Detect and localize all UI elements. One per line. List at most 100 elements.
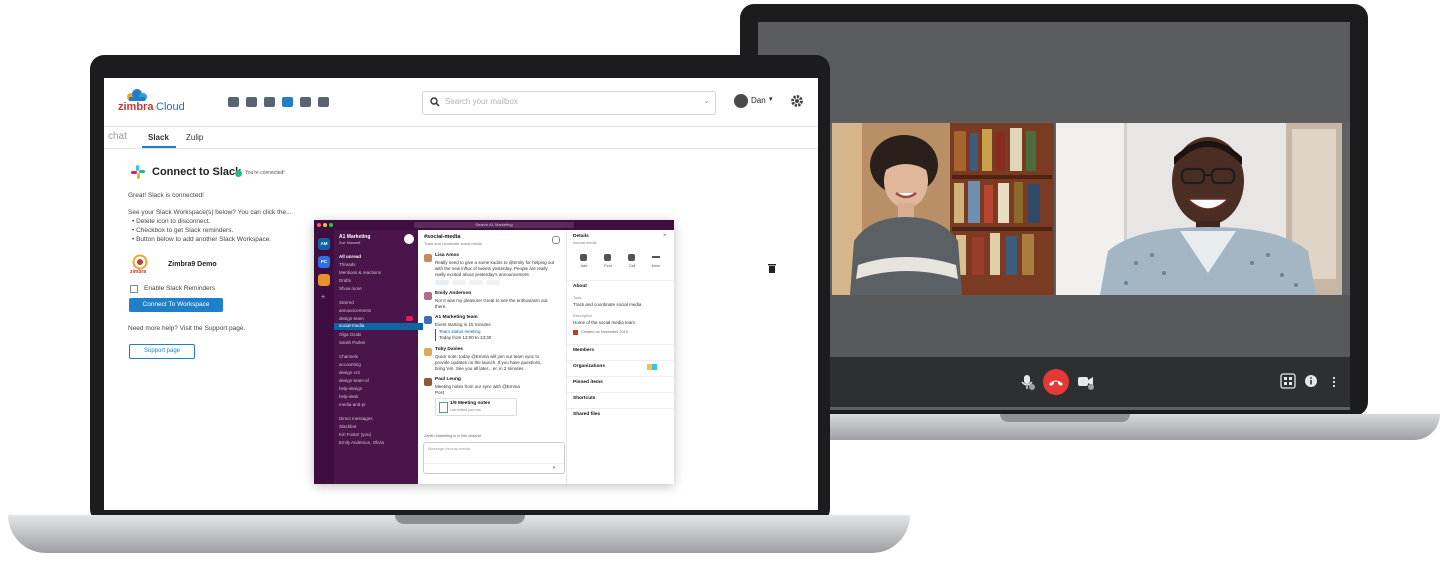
reaction[interactable] [469,280,483,285]
tab-zulip[interactable]: Zulip [186,133,203,142]
starred-item[interactable]: Sarah Parker [339,340,366,345]
message-author[interactable]: Lisa Amos [435,253,459,258]
calendar-icon [573,330,578,335]
chat-tabs: chat Slack Zulip [104,126,818,149]
section-pinned[interactable]: Pinned items [573,380,603,385]
workspace-switch[interactable]: PC [318,256,330,268]
connect-workspace-button[interactable]: Connect To Workspace [129,298,223,312]
details-sub: #social-media [573,241,597,245]
sidebar-item[interactable]: All unread [339,254,361,259]
channel-meta: Track and coordinate social media [424,242,482,246]
sidebar-item[interactable]: Show more [339,286,362,291]
channel-item[interactable]: accounting [339,362,361,367]
channel-name[interactable]: #social-media [424,234,460,240]
channel-item[interactable]: design-crit [339,370,360,375]
action-find[interactable]: Find [599,254,617,272]
support-page-button[interactable]: Support page [129,344,195,359]
search-dropdown-chevron-icon[interactable]: ⌄ [703,96,710,105]
section-organizations[interactable]: Organizations [573,364,605,369]
participant-video-1[interactable] [832,123,1054,295]
support-page-label: Support page [143,348,181,354]
user-menu[interactable]: Dan ▾ [734,92,778,112]
chat-app-icon[interactable] [282,97,293,107]
connect-workspace-label: Connect To Workspace [142,301,210,308]
tab-slack[interactable]: Slack [142,126,176,148]
channel-item[interactable]: design-team-sf [339,378,369,383]
dm-item[interactable]: Kiri Foster (you) [339,432,371,437]
trash-icon[interactable] [768,260,776,278]
starred-item-selected[interactable]: social-media [334,323,423,330]
send-icon[interactable]: ➤ [552,465,556,471]
section-header-starred[interactable]: Starred [339,300,354,305]
participant-video-2[interactable] [1056,123,1342,295]
action-call[interactable]: Call [623,254,641,272]
reaction[interactable] [486,280,500,285]
close-icon[interactable]: × [663,233,667,239]
channel-item[interactable]: help-desk [339,394,359,399]
sidebar-item[interactable]: Mentions & reactions [339,270,381,275]
calendar-app-icon[interactable] [246,97,257,107]
tab-chat[interactable]: chat [108,131,127,142]
zimbra-logo[interactable]: zimbra Cloud [118,89,188,115]
description-label: Description [573,314,592,318]
section-members[interactable]: Members [573,348,594,353]
slack-search-bar[interactable]: Search A1 Marketing [414,222,574,228]
compose-icon[interactable] [404,234,414,244]
gear-icon[interactable] [790,94,804,113]
search-input[interactable]: Search your mailbox ⌄ [422,91,716,115]
dm-item[interactable]: Slackbot [339,424,356,429]
dm-item[interactable]: Emily Anderson, Olivia [339,440,384,445]
message-composer[interactable]: Message #social-media ➤ [423,442,565,474]
about-divider [567,280,674,281]
video-app-icon[interactable] [264,97,275,107]
maximize-dot[interactable] [329,223,333,227]
workspace-switch[interactable] [318,274,330,286]
event-title[interactable]: Team status meeting [439,329,481,334]
reaction[interactable] [452,280,466,285]
composer-toolbar [424,463,564,464]
help-text: Need more help? Visit the Support page. [128,325,246,332]
starred-item[interactable]: announcements [339,308,371,313]
starred-item[interactable]: Olga Ozaki [339,332,361,337]
camera-icon[interactable] [1076,373,1096,396]
cloud-app-icon[interactable] [300,97,311,107]
channel-item[interactable]: help-design [339,386,362,391]
workspace-switch[interactable]: AM [318,238,330,250]
channel-info-icon[interactable] [552,236,560,244]
message-author[interactable]: Paul Leung [435,377,461,382]
attachment-sub: Last edited just now [450,408,481,412]
workspace-initials: PC [320,259,328,264]
end-call-icon[interactable] [1043,369,1069,395]
mail-app-icon[interactable] [228,97,239,107]
info-icon[interactable] [1304,374,1318,393]
section-shared-files[interactable]: Shared files [573,412,600,417]
reactions-row[interactable] [435,280,515,285]
starred-item[interactable]: design-team [339,316,364,321]
mic-icon[interactable] [1018,373,1036,396]
avatar [734,94,748,108]
grid-icon[interactable] [1280,373,1296,394]
action-more[interactable]: More [647,254,665,272]
message-line: Post [435,390,445,395]
channel-item[interactable]: media-and-pr [339,402,366,407]
section-header-dms[interactable]: Direct messages [339,416,373,421]
message-author[interactable]: Emily Anderson [435,291,471,296]
close-dot[interactable] [317,223,321,227]
minimize-dot[interactable] [323,223,327,227]
about-label[interactable]: About [573,284,587,289]
briefcase-app-icon[interactable] [318,97,329,107]
sidebar-item[interactable]: Threads [339,262,356,267]
section-shortcuts[interactable]: Shortcuts [573,396,595,401]
attachment-card[interactable]: 1/9 Meeting notes Last edited just now [435,398,517,416]
sidebar-item[interactable]: Drafts [339,278,351,283]
message-author[interactable]: Toby Davies [435,347,463,352]
message-author[interactable]: A1 Marketing team [435,315,478,320]
more-icon[interactable] [1332,375,1336,393]
section-header-channels[interactable]: Channels [339,354,358,359]
composer-placeholder: Message #social-media [428,446,471,451]
action-add[interactable]: Add [575,254,593,272]
workspace-name[interactable]: A1 Marketing [339,234,370,240]
reaction[interactable] [435,280,449,285]
add-workspace-icon[interactable]: + [321,294,325,301]
reminders-checkbox[interactable] [130,285,138,293]
